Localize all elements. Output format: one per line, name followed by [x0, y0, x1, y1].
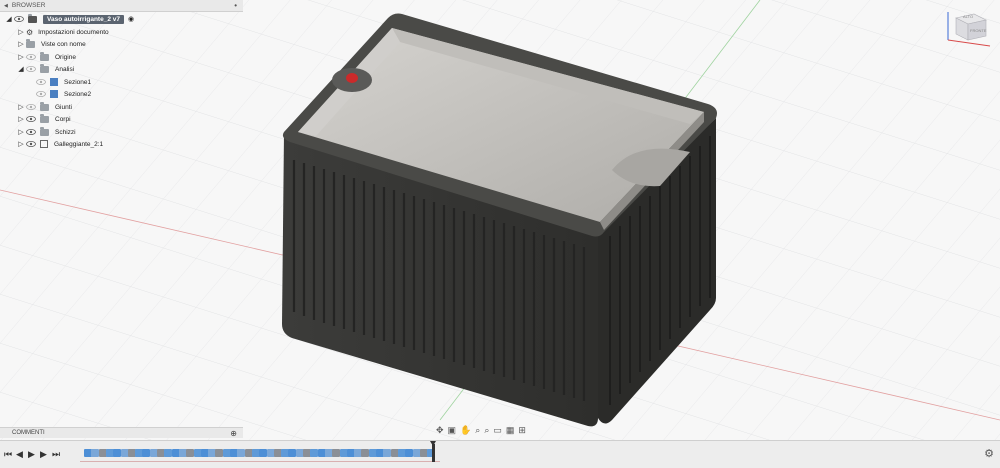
- look-at-icon[interactable]: ▣: [448, 425, 457, 436]
- viewport-toolbar: ✥ ▣ ✋ ⌕ ⌕ ▭ ▦ ⊞: [436, 424, 526, 436]
- expand-icon[interactable]: ▷: [16, 140, 26, 148]
- folder-icon: [40, 126, 49, 136]
- x-axis-icon: [947, 39, 991, 47]
- browser-item-label: Sezione1: [64, 78, 92, 86]
- view-cube-top-label[interactable]: ALTO: [963, 14, 973, 19]
- folder-icon: [40, 113, 49, 123]
- folder-icon: [40, 63, 49, 73]
- browser-item-label: Analisi: [55, 65, 75, 73]
- timeline-feature-icon[interactable]: [332, 449, 341, 457]
- viewports-icon[interactable]: ⊞: [518, 425, 526, 436]
- browser-item-named-views[interactable]: ▷ Viste con nome: [16, 38, 86, 50]
- expand-icon[interactable]: ▷: [16, 115, 26, 123]
- view-cube-front-label[interactable]: FRONTE: [970, 28, 986, 33]
- eye-icon[interactable]: [26, 104, 36, 110]
- browser-item-settings[interactable]: ▷ ⚙ Impostazioni documento: [16, 26, 109, 38]
- browser-item-bodies[interactable]: ▷ Corpi: [16, 113, 71, 125]
- browser-item-label: Origine: [55, 53, 76, 61]
- folder-icon: [40, 51, 49, 61]
- browser-item-label: Schizzi: [55, 128, 76, 136]
- expand-icon[interactable]: ▷: [16, 128, 26, 136]
- browser-item-sketches[interactable]: ▷ Schizzi: [16, 126, 76, 138]
- expand-icon[interactable]: ▷: [16, 53, 26, 61]
- browser-item-label: Corpi: [55, 115, 71, 123]
- browser-header[interactable]: ◀ BROWSER •: [0, 0, 243, 12]
- pin-icon[interactable]: •: [234, 1, 237, 10]
- collapse-icon[interactable]: ◀: [4, 3, 8, 9]
- expand-icon[interactable]: ▷: [16, 28, 26, 36]
- red-indicator: [346, 73, 358, 83]
- comments-title: COMMENTI: [12, 430, 45, 436]
- browser-item-root[interactable]: ◢ Vaso autoirrigante_2 v7 ◉: [4, 13, 134, 25]
- timeline-settings-icon[interactable]: ⚙: [984, 447, 994, 460]
- browser-item-float-component[interactable]: ▷ Galleggiante_2:1: [16, 138, 103, 150]
- timeline-feature-icon[interactable]: [113, 449, 122, 457]
- browser-item-joints[interactable]: ▷ Giunti: [16, 101, 72, 113]
- browser-item-label: Galleggiante_2:1: [54, 140, 104, 148]
- timeline-feature-icon[interactable]: [405, 449, 414, 457]
- expand-icon[interactable]: ▷: [16, 40, 26, 48]
- document-icon: [28, 13, 37, 23]
- view-cube[interactable]: ALTO FRONTE: [944, 10, 994, 50]
- timeline-marker[interactable]: [430, 441, 436, 462]
- browser-item-section2[interactable]: Sezione2: [36, 88, 91, 100]
- eye-icon[interactable]: [26, 66, 36, 72]
- browser-title: BROWSER: [11, 2, 46, 9]
- timeline-feature-icon[interactable]: [186, 449, 195, 457]
- section-analysis-icon: [50, 90, 58, 98]
- eye-icon[interactable]: [26, 129, 36, 135]
- browser-item-label: Viste con nome: [41, 40, 86, 48]
- eye-icon[interactable]: [26, 141, 36, 147]
- orbit-icon[interactable]: ✥: [436, 425, 444, 436]
- add-comment-icon[interactable]: ⊕: [230, 429, 237, 438]
- eye-icon[interactable]: [36, 91, 46, 97]
- zoom-window-icon[interactable]: ⌕: [484, 425, 489, 436]
- browser-panel: ◀ BROWSER • ◢ Vaso autoirrigante_2 v7 ◉ …: [0, 0, 243, 152]
- browser-item-label: Impostazioni documento: [38, 28, 109, 36]
- eye-icon[interactable]: [26, 116, 36, 122]
- step-back-icon[interactable]: ◀: [16, 449, 23, 460]
- component-icon: [40, 140, 48, 148]
- folder-icon: [40, 101, 49, 111]
- timeline-track: [80, 461, 440, 462]
- eye-icon[interactable]: [14, 16, 24, 22]
- step-forward-icon[interactable]: ▶: [40, 449, 47, 460]
- display-settings-icon[interactable]: ▭: [493, 425, 502, 436]
- comments-panel[interactable]: COMMENTI ⊕: [0, 427, 243, 438]
- zoom-icon[interactable]: ⌕: [475, 425, 480, 436]
- browser-item-section1[interactable]: Sezione1: [36, 76, 91, 88]
- timeline: ⏮ ◀ ▶ ▶ ⏭ ⚙: [0, 440, 1000, 468]
- grid-settings-icon[interactable]: ▦: [506, 425, 515, 436]
- play-icon[interactable]: ▶: [28, 449, 35, 460]
- go-to-start-icon[interactable]: ⏮: [4, 449, 12, 460]
- pan-icon[interactable]: ✋: [460, 425, 471, 436]
- eye-icon[interactable]: [26, 54, 36, 60]
- expand-icon[interactable]: ◢: [16, 65, 26, 73]
- browser-item-origin[interactable]: ▷ Origine: [16, 51, 76, 63]
- activate-icon[interactable]: ◉: [128, 15, 134, 23]
- expand-icon[interactable]: ◢: [4, 15, 14, 23]
- browser-item-analysis[interactable]: ◢ Analisi: [16, 63, 74, 75]
- go-to-end-icon[interactable]: ⏭: [52, 449, 60, 460]
- expand-icon[interactable]: ▷: [16, 103, 26, 111]
- timeline-feature-icon[interactable]: [259, 449, 268, 457]
- browser-item-label: Sezione2: [64, 90, 92, 98]
- section-analysis-icon: [50, 78, 58, 86]
- browser-item-label: Vaso autoirrigante_2 v7: [43, 14, 124, 24]
- browser-item-label: Giunti: [55, 103, 72, 111]
- folder-icon: [26, 38, 35, 48]
- eye-icon[interactable]: [36, 79, 46, 85]
- gear-icon: ⚙: [26, 27, 34, 37]
